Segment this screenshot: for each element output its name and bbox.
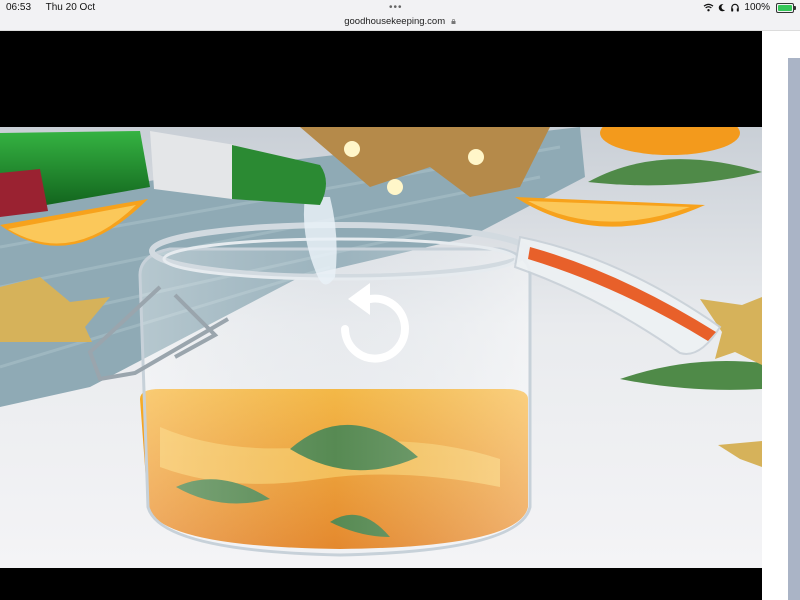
status-left: 06:53 Thu 20 Oct [6, 2, 107, 13]
url-text[interactable]: goodhousekeeping.com [344, 16, 445, 27]
wifi-icon [704, 3, 714, 12]
lock-icon [451, 18, 456, 24]
marquee-bulb [387, 179, 403, 195]
more-dots-icon[interactable]: ••• [389, 2, 403, 13]
replay-icon[interactable] [318, 277, 422, 381]
status-bar: 06:53 Thu 20 Oct ••• goodhousekeeping.co… [0, 0, 800, 31]
battery-charging-icon [776, 2, 796, 13]
status-time: 06:53 [6, 2, 32, 13]
address-bar[interactable]: goodhousekeeping.com [0, 16, 800, 27]
video-player[interactable] [0, 31, 762, 600]
marquee-bulb [344, 141, 360, 157]
next-page-edge [788, 58, 800, 600]
battery-fill [778, 4, 792, 11]
bottle-label-red [0, 169, 48, 217]
status-date: Thu 20 Oct [45, 2, 96, 13]
web-page [0, 31, 800, 600]
battery-percent: 100% [744, 2, 770, 13]
battery-cap [794, 5, 796, 10]
headphones-icon [731, 3, 740, 12]
do-not-disturb-moon-icon [719, 4, 726, 12]
marquee-bulb [468, 149, 484, 165]
status-right: 100% [703, 2, 796, 13]
